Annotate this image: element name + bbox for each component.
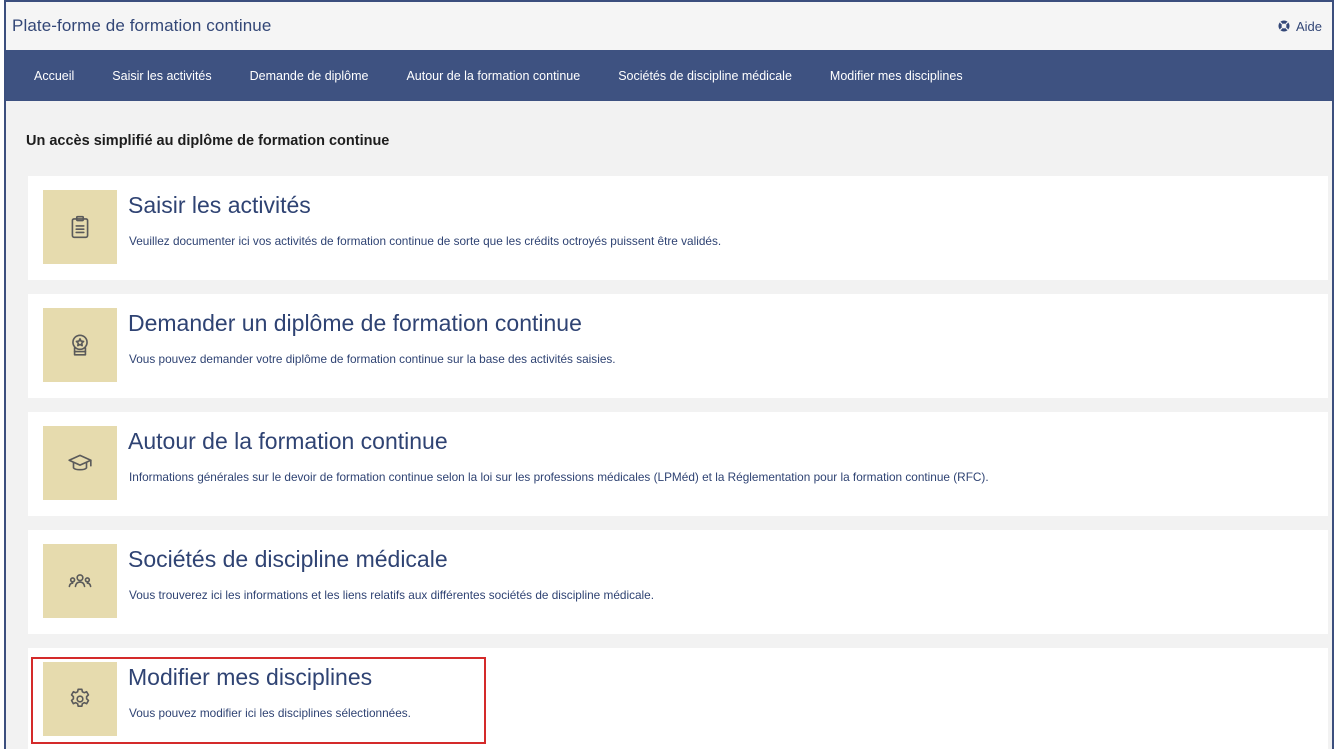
- card-icon-tile: [43, 662, 117, 736]
- card-icon-tile: [43, 190, 117, 264]
- card-description: Vous pouvez demander votre diplôme de fo…: [129, 352, 616, 366]
- top-bar: Plate-forme de formation continue Aide: [6, 0, 1332, 50]
- card-description: Informations générales sur le devoir de …: [129, 470, 989, 484]
- card-description: Vous trouverez ici les informations et l…: [129, 588, 655, 602]
- nav-item-demande-diplome[interactable]: Demande de diplôme: [250, 69, 369, 83]
- nav-item-autour-formation[interactable]: Autour de la formation continue: [406, 69, 580, 83]
- card-description: Veuillez documenter ici vos activités de…: [129, 234, 722, 248]
- help-circle-icon: [1278, 20, 1290, 32]
- nav-item-societes-discipline[interactable]: Sociétés de discipline médicale: [618, 69, 792, 83]
- nav-item-accueil[interactable]: Accueil: [34, 69, 74, 83]
- main-nav: Accueil Saisir les activités Demande de …: [6, 50, 1332, 101]
- card-icon-tile: [43, 308, 117, 382]
- card-autour-formation[interactable]: Autour de la formation continue Informat…: [28, 412, 1328, 516]
- card-societes-discipline[interactable]: Sociétés de discipline médicale Vous tro…: [28, 530, 1328, 634]
- page-heading: Un accès simplifié au diplôme de formati…: [26, 133, 390, 149]
- award-icon: [72, 334, 88, 356]
- card-demander-diplome[interactable]: Demander un diplôme de formation continu…: [28, 294, 1328, 398]
- card-description: Vous pouvez modifier ici les disciplines…: [129, 706, 411, 720]
- card-title: Sociétés de discipline médicale: [128, 546, 448, 572]
- card-title: Saisir les activités: [128, 192, 311, 218]
- app-title: Plate-forme de formation continue: [12, 16, 272, 35]
- nav-item-modifier-disciplines[interactable]: Modifier mes disciplines: [830, 69, 963, 83]
- card-icon-tile: [43, 426, 117, 500]
- help-label: Aide: [1295, 18, 1322, 34]
- graduation-cap-icon: [68, 454, 92, 471]
- users-group-icon: [68, 574, 92, 588]
- clipboard-icon: [71, 215, 89, 239]
- card-modifier-disciplines[interactable]: Modifier mes disciplines Vous pouvez mod…: [28, 648, 1328, 752]
- gear-icon: [70, 688, 90, 707]
- card-saisir-activites[interactable]: Saisir les activités Veuillez documenter…: [28, 176, 1328, 280]
- card-title: Modifier mes disciplines: [128, 664, 373, 690]
- help-link[interactable]: Aide: [1278, 19, 1322, 34]
- card-title: Autour de la formation continue: [128, 428, 448, 454]
- nav-item-saisir-activites[interactable]: Saisir les activités: [112, 69, 211, 83]
- card-title: Demander un diplôme de formation continu…: [128, 310, 582, 336]
- card-icon-tile: [43, 544, 117, 618]
